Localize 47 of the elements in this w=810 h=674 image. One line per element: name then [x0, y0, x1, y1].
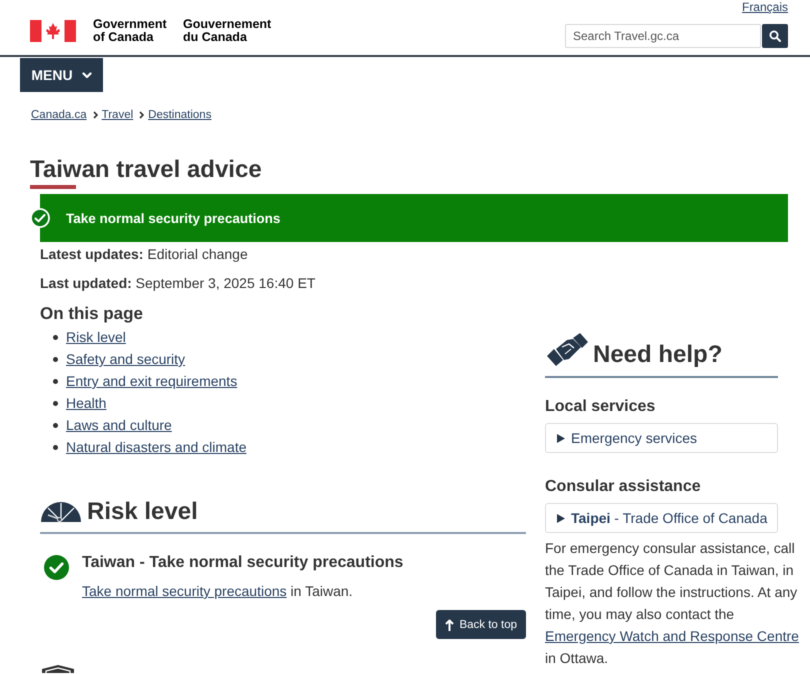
help-heading: Need help?	[593, 341, 722, 369]
wordmark-text: Gouvernement du Canada	[183, 18, 272, 44]
update-line: Latest updates: Editorial change	[40, 245, 249, 264]
toc-link[interactable]: Laws and culture	[66, 414, 172, 436]
bullet-icon	[53, 422, 58, 428]
breadcrumb-link[interactable]: Destinations	[148, 108, 212, 122]
bullet-icon	[53, 356, 58, 362]
bullet-icon	[53, 334, 58, 340]
shield-icon	[40, 665, 76, 673]
chevron-icon	[92, 111, 98, 119]
bullet-icon	[53, 444, 58, 450]
section-heading: On this page	[40, 303, 144, 325]
search-field[interactable]: Search Travel.gc.ca	[565, 24, 761, 48]
disclosure-summary[interactable]: Taipei - Trade Office of Canada	[545, 503, 778, 533]
back-to-top-button[interactable]: Back to top	[436, 610, 526, 639]
toc-link[interactable]: Natural disasters and climate	[66, 436, 247, 458]
toc-link[interactable]: Risk level	[66, 326, 126, 348]
consular-note: For emergency consular assistance, call the Trade Office of Canada in Taiwan, in Taipei, and follow the instructions. At any time, you may also contact the Emergency Watch and Response Centre in Ottawa.	[545, 539, 800, 668]
page-title: Taiwan travel advice	[30, 156, 263, 184]
arrow-up-icon	[445, 618, 454, 630]
wordmark-text: Government of Canada	[93, 18, 168, 44]
language-link[interactable]: Français	[742, 0, 788, 14]
breadcrumb-link[interactable]: Canada.ca	[31, 108, 87, 122]
advisory-link[interactable]: Take normal security precautions	[82, 583, 287, 599]
advisory-sentence: Take normal security precautions in Taiwan.	[82, 582, 354, 601]
breadcrumb-link[interactable]: Travel	[102, 108, 134, 122]
menu-button[interactable]: MENU	[20, 58, 103, 92]
toc-link[interactable]: Safety and security	[66, 348, 186, 370]
search-icon	[769, 30, 781, 42]
advisory-title: Taiwan - Take normal security precautions	[82, 553, 404, 573]
toc-link[interactable]: Health	[66, 392, 106, 414]
handshake-icon	[547, 333, 588, 367]
chevron-icon	[139, 111, 144, 119]
emergency-centre-link[interactable]: Emergency Watch and Response Centre	[545, 628, 799, 644]
advisory-text: Take normal security precautions	[66, 210, 280, 226]
flag-icon	[30, 20, 76, 42]
check-circle-icon	[44, 555, 69, 580]
update-line: Last updated: September 3, 2025 16:40 ET	[40, 274, 316, 293]
toc-link[interactable]: Entry and exit requirements	[66, 370, 238, 392]
search-button[interactable]	[762, 24, 788, 48]
subsection-heading: Local services	[545, 397, 656, 417]
subsection-heading: Consular assistance	[545, 477, 702, 497]
section-heading: Risk level	[87, 498, 198, 526]
gauge-icon	[40, 502, 82, 522]
bullet-icon	[53, 378, 58, 384]
bullet-icon	[53, 400, 58, 406]
disclosure-summary[interactable]: Emergency services	[545, 423, 778, 453]
